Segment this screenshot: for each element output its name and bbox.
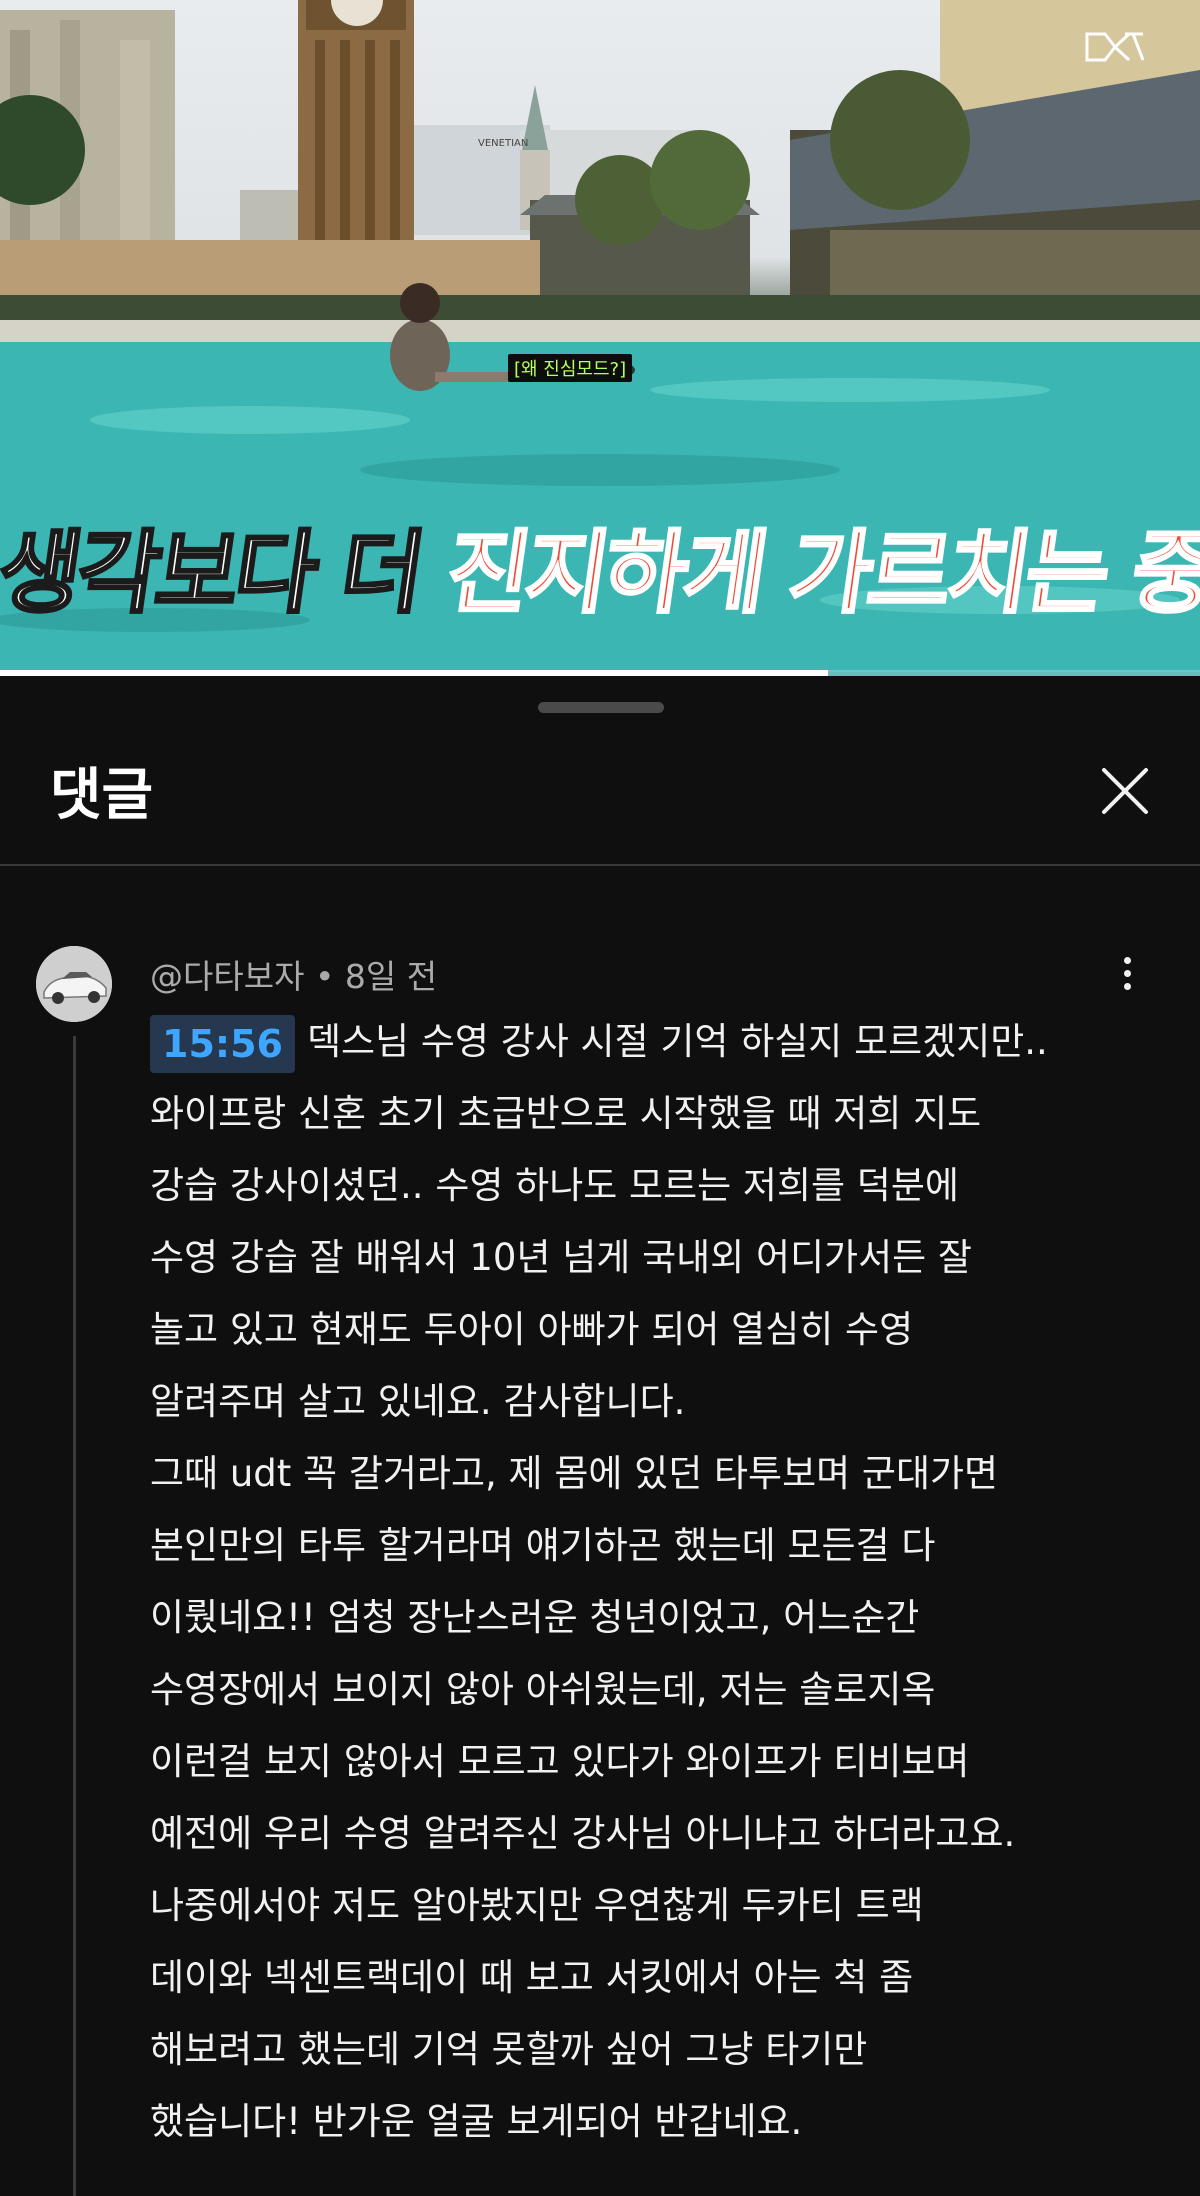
meta-separator: • xyxy=(304,957,345,996)
comment-body: 15:56 덱스님 수영 강사 시절 기억 하실지 모르겠지만.. 와이프랑 신혼… xyxy=(150,1006,1180,2158)
comment-author[interactable]: @다타보자 xyxy=(150,957,304,996)
comment-line-text: 덱스님 수영 강사 시절 기억 하실지 모르겠지만.. xyxy=(306,1020,1048,1063)
video-small-subtitle: [왜 진심모드?] xyxy=(508,354,633,382)
comment-line: 이런걸 보지 않아서 모르고 있다가 와이프가 티비보며 xyxy=(150,1740,970,1783)
comment-line: 강습 강사이셨던.. 수영 하나도 모르는 저희를 덕분에 xyxy=(150,1164,959,1207)
more-options-icon[interactable] xyxy=(1110,952,1144,1002)
channel-logo-icon xyxy=(1085,32,1145,62)
reply-thread-line xyxy=(73,1036,76,2196)
caption-red-text: 진지하게 가르치는 중 xyxy=(439,520,1200,628)
comment-line: 그때 udt 꼭 갈거라고, 제 몸에 있던 타투보며 군대가면 xyxy=(150,1452,999,1495)
comments-sheet: 댓글 @다타보자 • 8일 전 15:56 덱스님 수영 강사 시절 기억 하실지… xyxy=(0,676,1200,2196)
comment-line: 수영장에서 보이지 않아 아쉬웠는데, 저는 솔로지옥 xyxy=(150,1668,936,1711)
building-sign: VENETIAN xyxy=(478,138,528,149)
comment-line: 예전에 우리 수영 알려주신 강사님 아니냐고 하더라고요. xyxy=(150,1812,1016,1855)
comment-meta: @다타보자 • 8일 전 xyxy=(150,950,437,998)
comment-line: 15:56 덱스님 수영 강사 시절 기억 하실지 모르겠지만.. xyxy=(150,1006,1180,1078)
header-divider xyxy=(0,864,1200,866)
comment-line: 나중에서야 저도 알아봤지만 우연찮게 두카티 트랙 xyxy=(150,1884,924,1927)
timestamp-link[interactable]: 15:56 xyxy=(150,1014,295,1073)
comment-line: 해보려고 했는데 기억 못할까 싶어 그냥 타기만 xyxy=(150,2028,868,2071)
comment-line: 이뤘네요!! 엄청 장난스러운 청년이었고, 어느순간 xyxy=(150,1596,920,1639)
comment-line: 본인만의 타투 할거라며 얘기하곤 했는데 모든걸 다 xyxy=(150,1524,936,1567)
close-icon[interactable] xyxy=(1100,766,1150,816)
comments-title: 댓글 xyxy=(50,763,154,828)
comment-age: 8일 전 xyxy=(344,957,438,996)
comment-line: 알려주며 살고 있네요. 감사합니다. xyxy=(150,1380,686,1423)
comment-line: 와이프랑 신혼 초기 초급반으로 시작했을 때 저희 지도 xyxy=(150,1092,982,1135)
video-caption: 생각보다 더 진지하게 가르치는 중 xyxy=(0,500,1200,630)
comment-line: 데이와 넥센트랙데이 때 보고 서킷에서 아는 척 좀 xyxy=(150,1956,914,1999)
car-avatar-icon xyxy=(36,946,112,1022)
avatar[interactable] xyxy=(36,946,112,1022)
caption-white-text: 생각보다 더 xyxy=(0,520,455,628)
drag-handle[interactable] xyxy=(538,702,664,713)
video-player[interactable]: VENETIAN [왜 진심모드?] 생각보다 더 진지하게 가르치는 중 xyxy=(0,0,1200,676)
comment-line: 놀고 있고 현재도 두아이 아빠가 되어 열심히 수영 xyxy=(150,1308,914,1351)
comment-line: 수영 강습 잘 배워서 10년 넘게 국내외 어디가서든 잘 xyxy=(150,1236,972,1279)
comment-line: 했습니다! 반가운 얼굴 보게되어 반갑네요. xyxy=(150,2100,803,2143)
